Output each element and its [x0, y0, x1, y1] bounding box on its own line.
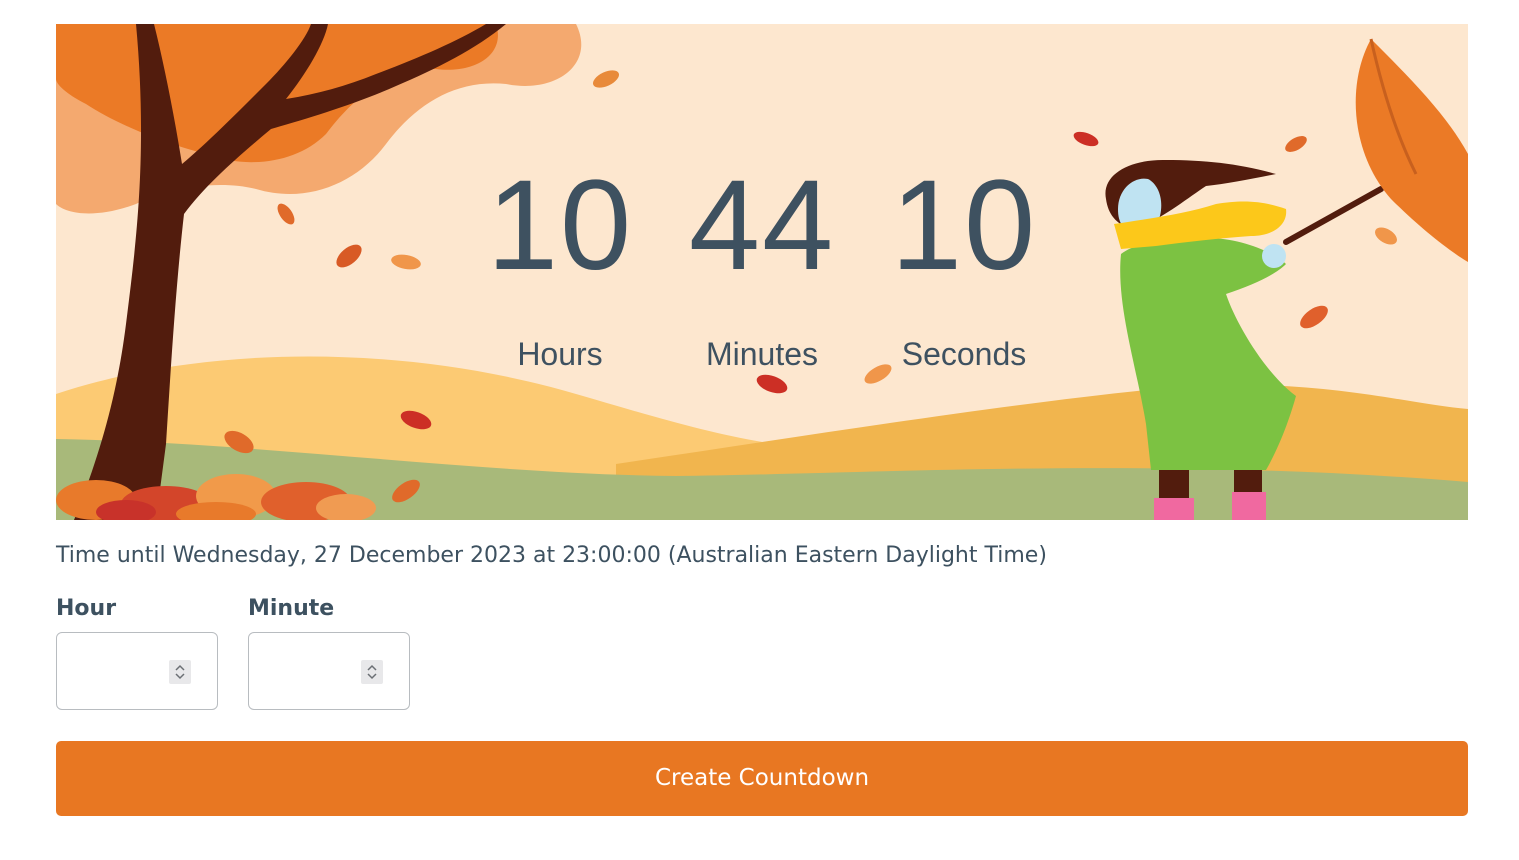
minutes-value: 44: [688, 154, 836, 297]
minute-field: Minute: [248, 595, 410, 710]
autumn-banner: 10 Hours 44 Minutes 10 Seconds: [56, 24, 1468, 520]
hour-spinner-icon[interactable]: [169, 660, 191, 684]
seconds-value: 10: [890, 154, 1038, 297]
minute-label: Minute: [248, 596, 335, 621]
minute-input-box[interactable]: [248, 632, 410, 710]
minutes-label: Minutes: [705, 336, 819, 372]
minute-spinner-icon[interactable]: [361, 660, 383, 684]
hour-input[interactable]: [57, 633, 217, 709]
target-time-text: Time until Wednesday, 27 December 2023 a…: [56, 543, 1047, 568]
countdown-display: 10 Hours 44 Minutes 10 Seconds: [56, 24, 1468, 520]
minute-input[interactable]: [249, 633, 409, 709]
hour-field: Hour: [56, 595, 218, 710]
create-countdown-button[interactable]: Create Countdown: [56, 741, 1468, 816]
hour-label: Hour: [56, 596, 117, 621]
seconds-label: Seconds: [901, 336, 1027, 372]
hour-input-box[interactable]: [56, 632, 218, 710]
hours-value: 10: [486, 154, 634, 297]
hours-label: Hours: [517, 336, 603, 372]
